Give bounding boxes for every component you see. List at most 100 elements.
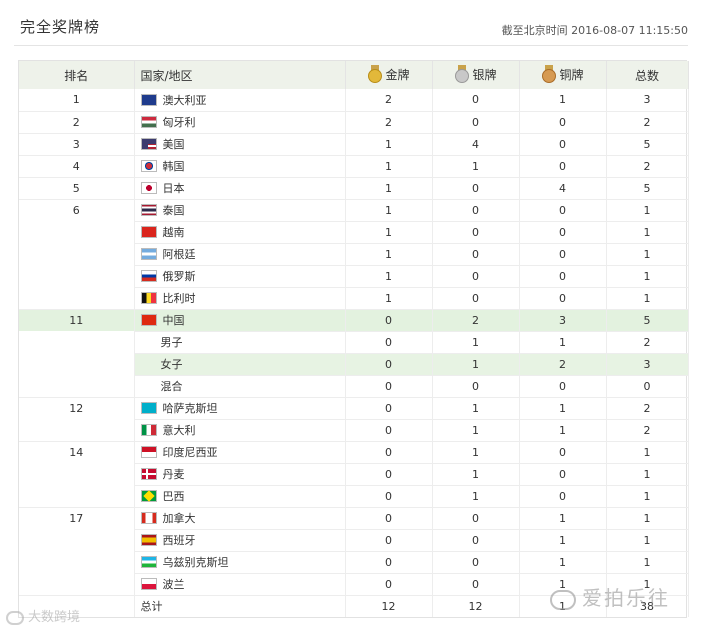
country-name[interactable]: 印度尼西亚 bbox=[163, 446, 218, 459]
gold-count: 0 bbox=[345, 573, 433, 596]
gold-count: 1 bbox=[345, 243, 433, 266]
table-row[interactable]: 混合 0 0 0 0 bbox=[19, 375, 689, 398]
country-cell: 意大利 bbox=[134, 419, 346, 442]
table-row[interactable]: 丹麦 0 1 0 1 bbox=[19, 463, 689, 486]
flag-vn-icon bbox=[140, 226, 157, 238]
country-name[interactable]: 中国 bbox=[163, 314, 185, 327]
table-row[interactable]: 俄罗斯 1 0 0 1 bbox=[19, 265, 689, 288]
col-header-gold[interactable]: 金牌 bbox=[345, 61, 433, 89]
country-name[interactable]: 西班牙 bbox=[163, 534, 196, 547]
flag-us-icon bbox=[140, 138, 157, 150]
country-name[interactable]: 波兰 bbox=[163, 578, 185, 591]
table-row[interactable]: 西班牙 0 0 1 1 bbox=[19, 529, 689, 552]
table-row[interactable]: 女子 0 1 2 3 bbox=[19, 353, 689, 376]
gold-count: 0 bbox=[345, 353, 433, 376]
weibo-logo-icon bbox=[6, 610, 24, 625]
rank-cell bbox=[19, 485, 135, 508]
table-row[interactable]: 5 日本 1 0 4 5 bbox=[19, 177, 689, 200]
silver-count: 1 bbox=[432, 331, 520, 354]
flag-es-icon bbox=[140, 534, 157, 546]
total-count: 1 bbox=[606, 265, 689, 288]
table-row[interactable]: 越南 1 0 0 1 bbox=[19, 221, 689, 244]
table-row[interactable]: 6 泰国 1 0 0 1 bbox=[19, 199, 689, 222]
table-row[interactable]: 男子 0 1 1 2 bbox=[19, 331, 689, 354]
table-row[interactable]: 14 印度尼西亚 0 1 0 1 bbox=[19, 441, 689, 464]
country-cell: 乌兹别克斯坦 bbox=[134, 551, 346, 574]
country-name[interactable]: 美国 bbox=[163, 138, 185, 151]
total-count: 1 bbox=[606, 485, 689, 508]
rank-cell bbox=[19, 551, 135, 573]
country-name[interactable]: 混合 bbox=[161, 380, 183, 393]
rank-cell bbox=[19, 573, 135, 596]
col-header-total[interactable]: 总数 bbox=[606, 61, 689, 89]
table-row[interactable]: 巴西 0 1 0 1 bbox=[19, 485, 689, 508]
col-header-rank[interactable]: 排名 bbox=[19, 61, 135, 89]
silver-count: 1 bbox=[432, 485, 520, 508]
table-row[interactable]: 11 中国 0 2 3 5 bbox=[19, 309, 689, 332]
total-count: 1 bbox=[606, 463, 689, 486]
country-name[interactable]: 女子 bbox=[161, 358, 183, 371]
col-header-country[interactable]: 国家/地区 bbox=[134, 61, 346, 89]
bronze-count: 0 bbox=[519, 287, 607, 310]
country-name[interactable]: 匈牙利 bbox=[163, 116, 196, 129]
silver-count: 1 bbox=[432, 353, 520, 376]
gold-count: 0 bbox=[345, 441, 433, 464]
country-name[interactable]: 韩国 bbox=[163, 160, 185, 173]
total-gold: 12 bbox=[345, 595, 433, 617]
table-row[interactable]: 阿根廷 1 0 0 1 bbox=[19, 243, 689, 266]
gold-count: 0 bbox=[345, 485, 433, 508]
table-row[interactable]: 17 加拿大 0 0 1 1 bbox=[19, 507, 689, 530]
bronze-count: 1 bbox=[519, 551, 607, 574]
country-cell: 加拿大 bbox=[134, 507, 346, 530]
country-name[interactable]: 比利时 bbox=[163, 292, 196, 305]
country-name[interactable]: 丹麦 bbox=[163, 468, 185, 481]
total-count: 1 bbox=[606, 529, 689, 552]
country-cell: 混合 bbox=[134, 375, 346, 398]
rank-cell: 12 bbox=[19, 397, 135, 419]
table-row[interactable]: 3 美国 1 4 0 5 bbox=[19, 133, 689, 156]
table-row[interactable]: 比利时 1 0 0 1 bbox=[19, 287, 689, 310]
rank-cell bbox=[19, 265, 135, 287]
country-name[interactable]: 越南 bbox=[163, 226, 185, 239]
rank-cell bbox=[19, 331, 135, 353]
country-name[interactable]: 澳大利亚 bbox=[163, 94, 207, 107]
country-cell: 澳大利亚 bbox=[134, 89, 346, 112]
country-name[interactable]: 意大利 bbox=[163, 424, 196, 437]
country-cell: 泰国 bbox=[134, 199, 346, 222]
total-count: 1 bbox=[606, 287, 689, 310]
rank-cell: 5 bbox=[19, 177, 135, 200]
rank-cell: 6 bbox=[19, 199, 135, 221]
silver-count: 1 bbox=[432, 419, 520, 442]
gold-count: 2 bbox=[345, 89, 433, 112]
country-name[interactable]: 泰国 bbox=[163, 204, 185, 217]
country-cell: 巴西 bbox=[134, 485, 346, 508]
col-header-bronze[interactable]: 铜牌 bbox=[519, 61, 607, 89]
country-name[interactable]: 巴西 bbox=[163, 490, 185, 503]
flag-au-icon bbox=[140, 93, 157, 106]
country-name[interactable]: 哈萨克斯坦 bbox=[163, 402, 218, 415]
country-cell: 日本 bbox=[134, 177, 346, 200]
table-row[interactable]: 4 韩国 1 1 0 2 bbox=[19, 155, 689, 178]
gold-count: 0 bbox=[345, 419, 433, 442]
country-name[interactable]: 日本 bbox=[163, 182, 185, 195]
table-row[interactable]: 2 匈牙利 2 0 0 2 bbox=[19, 111, 689, 134]
country-name[interactable]: 加拿大 bbox=[163, 512, 196, 525]
country-name[interactable]: 阿根廷 bbox=[163, 248, 196, 261]
total-silver: 12 bbox=[432, 595, 520, 617]
country-name[interactable]: 俄罗斯 bbox=[163, 270, 196, 283]
country-name[interactable]: 乌兹别克斯坦 bbox=[163, 556, 229, 569]
flag-th-icon bbox=[140, 204, 157, 216]
total-count: 0 bbox=[606, 375, 689, 398]
gold-count: 1 bbox=[345, 155, 433, 178]
country-name[interactable]: 男子 bbox=[161, 336, 183, 349]
col-header-silver[interactable]: 银牌 bbox=[432, 61, 520, 89]
table-row[interactable]: 12 哈萨克斯坦 0 1 1 2 bbox=[19, 397, 689, 420]
total-count: 1 bbox=[606, 199, 689, 222]
table-row[interactable]: 1 澳大利亚 2 0 1 3 bbox=[19, 89, 689, 112]
table-row[interactable]: 乌兹别克斯坦 0 0 1 1 bbox=[19, 551, 689, 574]
silver-count: 0 bbox=[432, 265, 520, 288]
bronze-count: 1 bbox=[519, 331, 607, 354]
gold-count: 0 bbox=[345, 463, 433, 486]
bronze-count: 2 bbox=[519, 353, 607, 376]
table-row[interactable]: 意大利 0 1 1 2 bbox=[19, 419, 689, 442]
